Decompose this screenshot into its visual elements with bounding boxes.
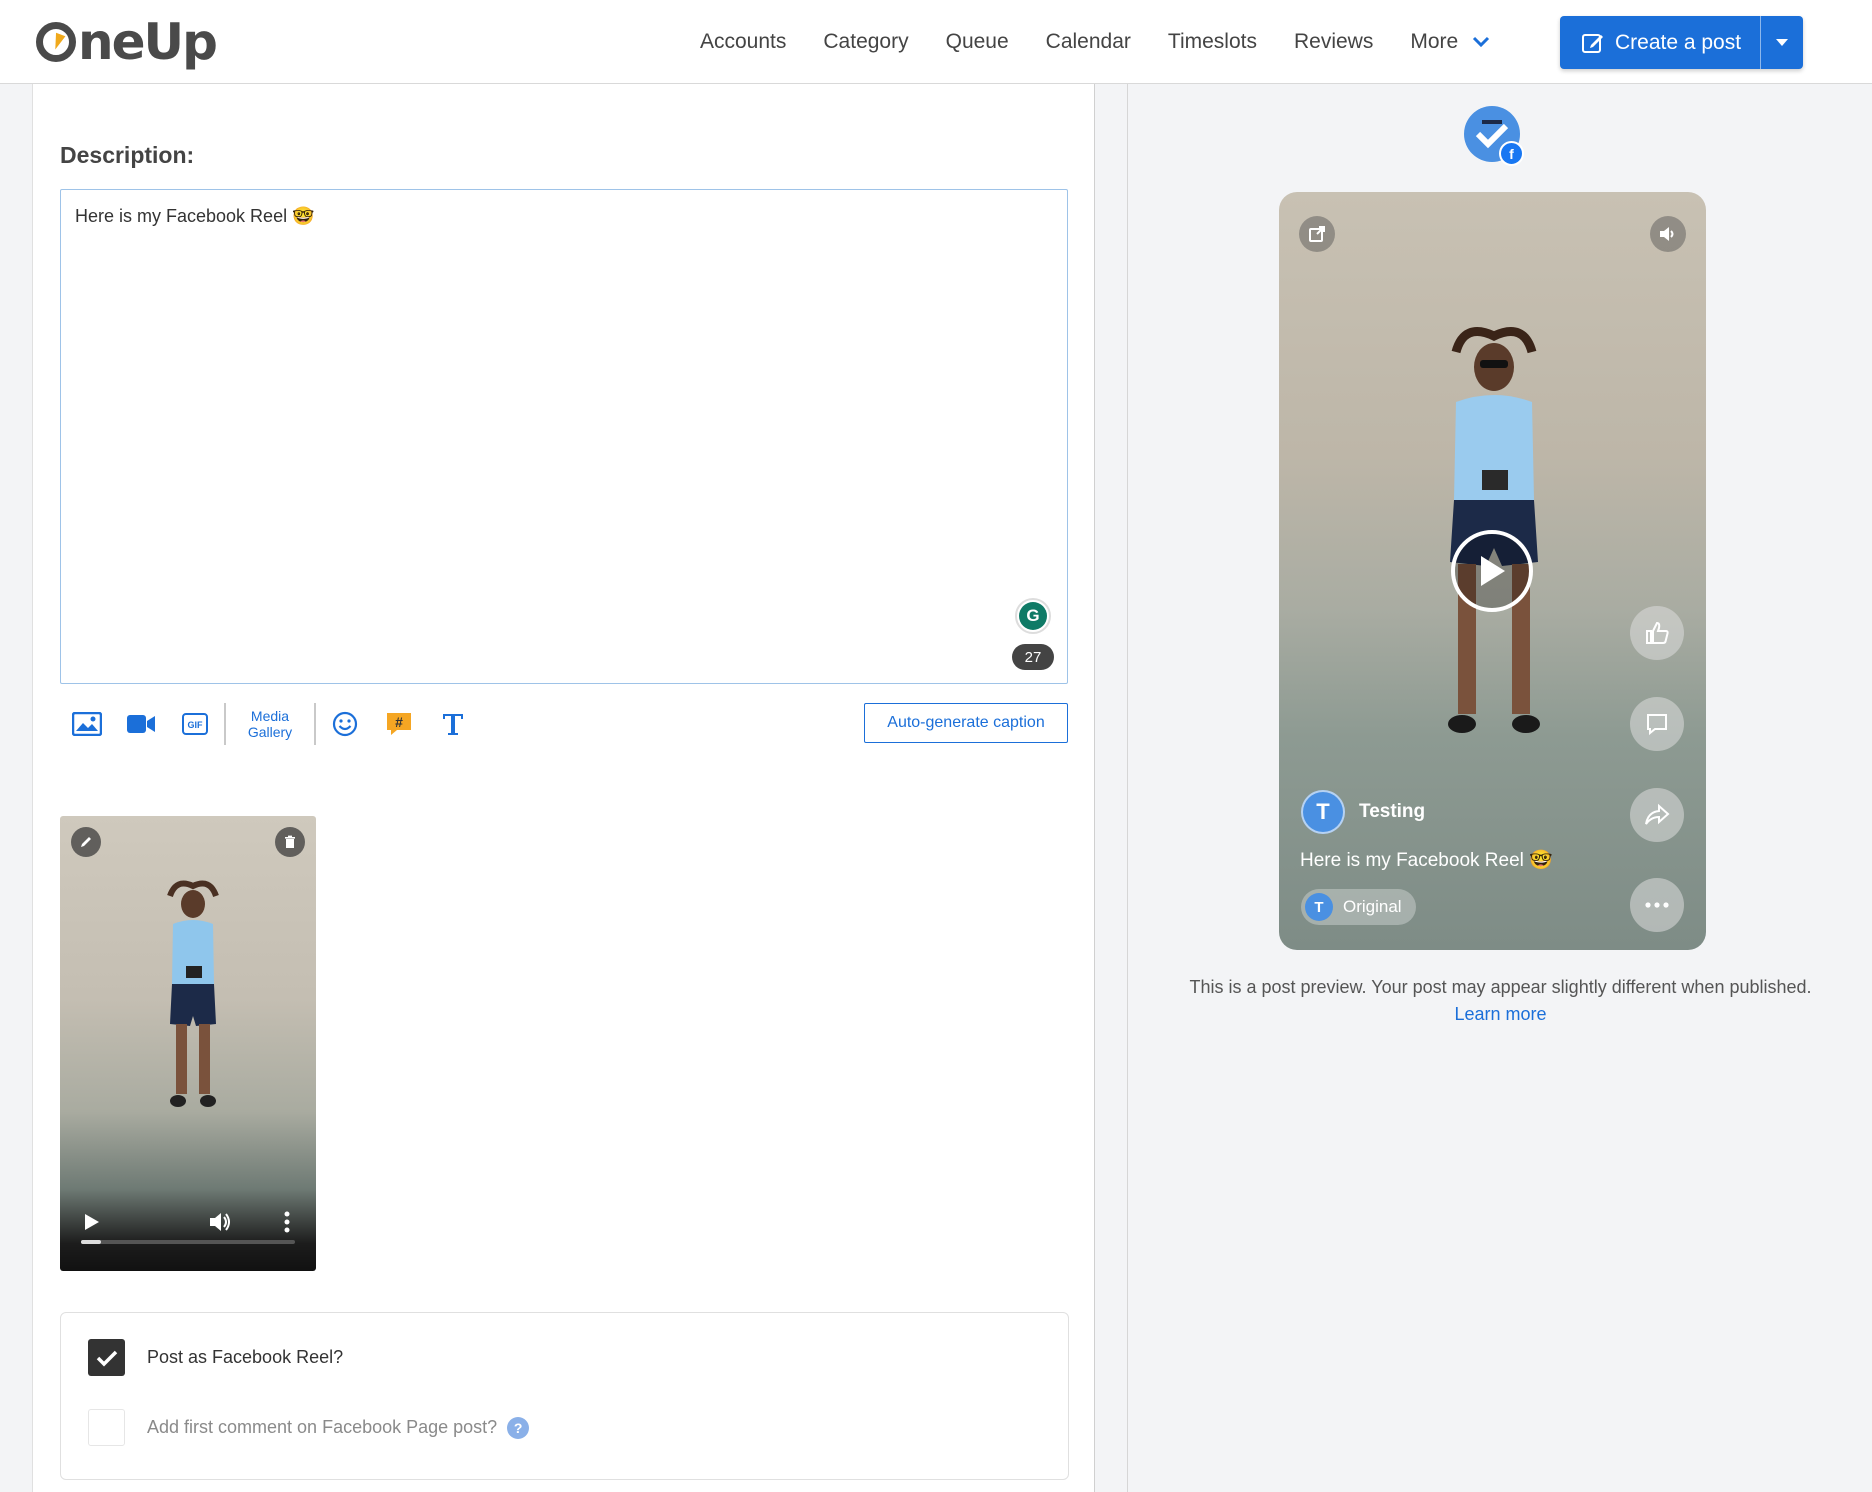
learn-more-label[interactable]: Learn more bbox=[1454, 1004, 1546, 1024]
media-gallery-label-2: Gallery bbox=[247, 724, 293, 740]
reel-mute-button[interactable] bbox=[1650, 216, 1686, 252]
description-textarea[interactable]: Here is my Facebook Reel 🤓 G 27 bbox=[60, 189, 1068, 684]
nav-calendar[interactable]: Calendar bbox=[1046, 30, 1131, 54]
media-gallery-button[interactable]: Media Gallery bbox=[228, 708, 312, 740]
facebook-badge-icon: f bbox=[1499, 141, 1524, 166]
main-nav: Accounts Category Queue Calendar Timeslo… bbox=[700, 0, 1490, 84]
video-progress-fill bbox=[81, 1240, 101, 1244]
reel-preview[interactable]: T Testing Here is my Facebook Reel 🤓 T O… bbox=[1279, 192, 1706, 950]
reel-user-avatar: T bbox=[1301, 790, 1345, 834]
add-image-button[interactable] bbox=[60, 701, 114, 747]
hashtag-icon: # bbox=[387, 713, 411, 735]
video-camera-icon bbox=[127, 715, 155, 733]
svg-text:GIF: GIF bbox=[188, 720, 204, 730]
reel-more-button[interactable] bbox=[1630, 878, 1684, 932]
check-icon bbox=[96, 1350, 117, 1366]
text-t-icon bbox=[443, 714, 463, 735]
gif-icon: GIF bbox=[182, 713, 208, 735]
trash-icon bbox=[285, 835, 295, 848]
preview-account-avatar[interactable]: f bbox=[1464, 106, 1524, 166]
create-post-dropdown[interactable] bbox=[1761, 16, 1803, 69]
reel-play-button[interactable] bbox=[1451, 530, 1533, 612]
reel-user-name: Testing bbox=[1359, 801, 1426, 822]
reel-share-button[interactable] bbox=[1630, 788, 1684, 842]
auto-generate-caption-button[interactable]: Auto-generate caption bbox=[864, 703, 1068, 743]
post-as-reel-label: Post as Facebook Reel? bbox=[147, 1347, 344, 1367]
smiley-icon bbox=[332, 711, 358, 737]
media-gallery-label-1: Media bbox=[250, 708, 290, 724]
more-vertical-icon[interactable] bbox=[284, 1211, 290, 1233]
add-video-button[interactable] bbox=[114, 701, 168, 747]
person-figure bbox=[167, 880, 219, 1107]
play-icon bbox=[1481, 556, 1505, 586]
char-count-badge: 27 bbox=[1012, 644, 1054, 670]
logo-bolt-icon bbox=[36, 22, 76, 62]
create-post-label: Create a post bbox=[1615, 30, 1742, 54]
create-post-main[interactable]: Create a post bbox=[1560, 16, 1761, 69]
edit-icon bbox=[1582, 33, 1603, 53]
oneup-logo[interactable]: neUp bbox=[36, 13, 218, 71]
nav-more[interactable]: More bbox=[1410, 30, 1490, 54]
post-as-reel-checkbox[interactable] bbox=[88, 1339, 125, 1376]
nav-queue[interactable]: Queue bbox=[946, 30, 1009, 54]
nav-timeslots[interactable]: Timeslots bbox=[1168, 30, 1257, 54]
first-comment-option-row: Add first comment on Facebook Page post?… bbox=[88, 1409, 530, 1446]
edit-media-button[interactable] bbox=[71, 827, 101, 857]
reel-audio-pill: T Original bbox=[1301, 889, 1416, 925]
hashtag-button[interactable]: # bbox=[372, 701, 426, 747]
thumbs-up-icon bbox=[1646, 621, 1669, 644]
preview-disclaimer: This is a post preview. Your post may ap… bbox=[1189, 977, 1812, 997]
add-gif-button[interactable]: GIF bbox=[168, 701, 222, 747]
reel-audio-avatar: T bbox=[1305, 893, 1333, 921]
logo-text: neUp bbox=[78, 13, 218, 71]
toolbar-divider bbox=[314, 703, 316, 745]
video-controls bbox=[60, 1181, 316, 1271]
nav-more-label: More bbox=[1410, 30, 1459, 53]
grammarly-icon[interactable]: G bbox=[1015, 598, 1051, 634]
caret-down-icon bbox=[1776, 38, 1788, 46]
video-thumbnail[interactable] bbox=[60, 816, 316, 1271]
nav-reviews[interactable]: Reviews bbox=[1294, 30, 1373, 54]
reel-caption: Here is my Facebook Reel 🤓 bbox=[1300, 850, 1553, 871]
reel-option-row: Post as Facebook Reel? bbox=[88, 1339, 343, 1376]
facebook-options: Post as Facebook Reel? Add first comment… bbox=[60, 1312, 1069, 1480]
toolbar-divider bbox=[224, 703, 226, 745]
comment-icon bbox=[1647, 714, 1667, 736]
external-link-icon bbox=[1309, 226, 1325, 242]
svg-text:#: # bbox=[395, 714, 403, 730]
video-progress-bar[interactable] bbox=[81, 1240, 295, 1244]
chevron-down-icon bbox=[1473, 36, 1490, 48]
description-label: Description: bbox=[60, 142, 195, 168]
delete-media-button[interactable] bbox=[275, 827, 305, 857]
top-header: neUp Accounts Category Queue Calendar Ti… bbox=[0, 0, 1872, 84]
volume-icon bbox=[1660, 227, 1674, 241]
preview-panel: f T Testing Here is my Facebook Reel 🤓 T… bbox=[1127, 84, 1872, 1492]
nav-category[interactable]: Category bbox=[823, 30, 908, 54]
first-comment-label: Add first comment on Facebook Page post? bbox=[147, 1417, 498, 1437]
play-icon[interactable] bbox=[84, 1213, 100, 1231]
open-external-button[interactable] bbox=[1299, 216, 1335, 252]
volume-icon[interactable] bbox=[208, 1211, 232, 1233]
description-text: Here is my Facebook Reel 🤓 bbox=[75, 206, 315, 226]
text-format-button[interactable] bbox=[426, 701, 480, 747]
pencil-icon bbox=[81, 837, 91, 847]
editor-panel: Description: Here is my Facebook Reel 🤓 … bbox=[32, 84, 1095, 1492]
create-post-button[interactable]: Create a post bbox=[1560, 16, 1803, 69]
reel-audio-label: Original bbox=[1343, 897, 1402, 916]
emoji-button[interactable] bbox=[318, 701, 372, 747]
share-icon bbox=[1645, 803, 1670, 825]
image-icon bbox=[72, 712, 102, 736]
reel-comment-button[interactable] bbox=[1630, 697, 1684, 751]
nav-accounts[interactable]: Accounts bbox=[700, 30, 786, 54]
reel-user: T Testing bbox=[1301, 790, 1425, 834]
learn-more-link[interactable]: Learn more bbox=[1128, 1004, 1872, 1025]
editor-toolbar: GIF Media Gallery # Auto-generate captio… bbox=[60, 701, 1068, 747]
help-icon[interactable]: ? bbox=[507, 1416, 530, 1439]
reel-like-button[interactable] bbox=[1630, 606, 1684, 660]
more-horizontal-icon bbox=[1645, 902, 1669, 908]
first-comment-checkbox[interactable] bbox=[88, 1409, 125, 1446]
